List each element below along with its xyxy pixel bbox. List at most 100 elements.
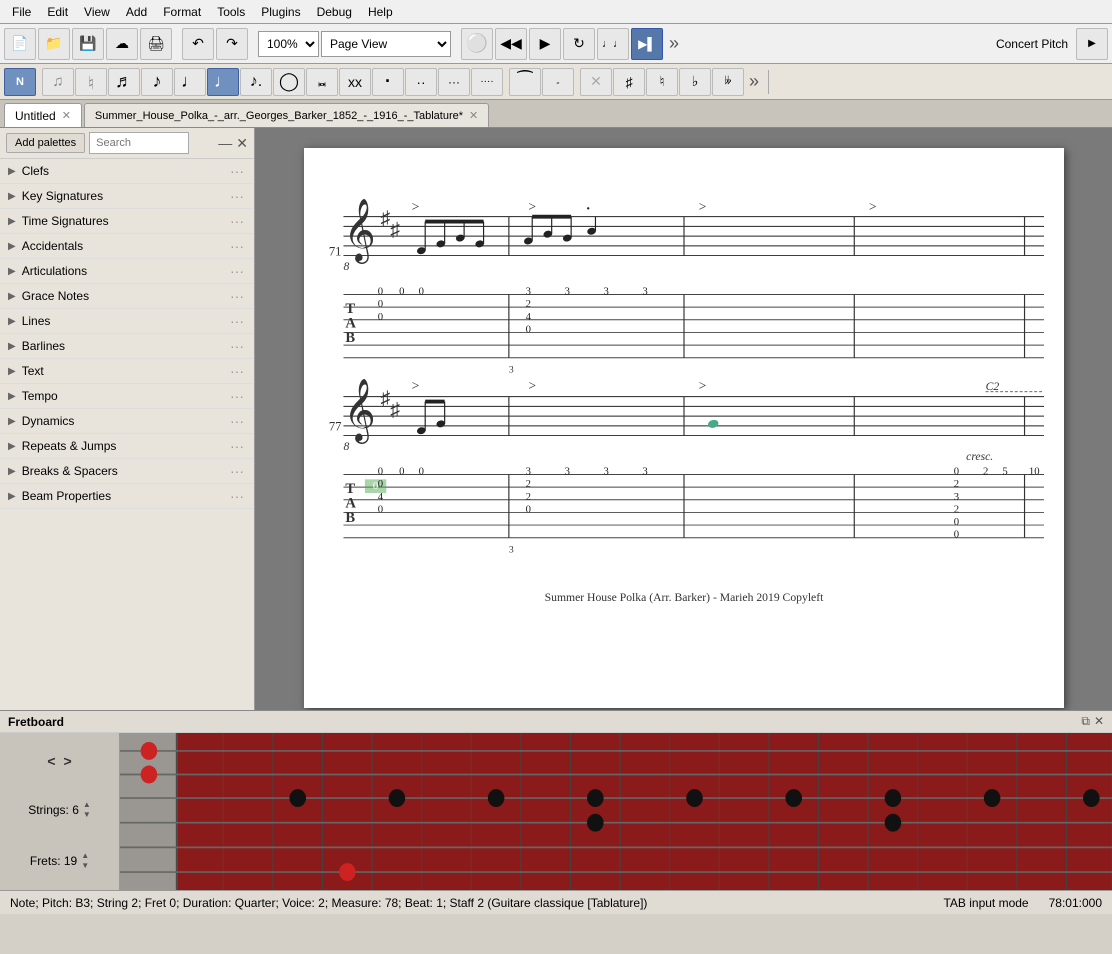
palette-repeats-jumps[interactable]: ▶ Repeats & Jumps ···: [0, 434, 254, 459]
accidental-natural-btn[interactable]: ♮: [646, 68, 678, 96]
double-whole-btn[interactable]: 𝅜: [306, 68, 338, 96]
menu-add[interactable]: Add: [118, 3, 155, 21]
time-sig-more[interactable]: ···: [228, 213, 246, 229]
dotted-half-btn[interactable]: ♪.: [240, 68, 272, 96]
breaks-spacers-more[interactable]: ···: [228, 463, 246, 479]
add-palettes-button[interactable]: Add palettes: [6, 133, 85, 153]
text-more[interactable]: ···: [228, 363, 246, 379]
frets-increment[interactable]: ▲: [81, 851, 89, 861]
strings-setting: Strings: 6 ▲ ▼: [28, 800, 91, 820]
clefs-more[interactable]: ···: [228, 163, 246, 179]
palettes-top: Add palettes — ✕: [0, 128, 254, 159]
grace-notes-more[interactable]: ···: [228, 288, 246, 304]
palettes-close[interactable]: ✕: [236, 135, 248, 152]
view-mode-select[interactable]: Page View Continuous View: [321, 31, 451, 57]
tab-summer-house-close[interactable]: ✕: [469, 109, 478, 122]
palette-tempo[interactable]: ▶ Tempo ···: [0, 384, 254, 409]
play-button[interactable]: ▶: [529, 28, 561, 60]
undo-button[interactable]: ↶: [182, 28, 214, 60]
menu-view[interactable]: View: [76, 3, 118, 21]
palette-lines[interactable]: ▶ Lines ···: [0, 309, 254, 334]
dynamics-more[interactable]: ···: [228, 413, 246, 429]
tab-summer-house[interactable]: Summer_House_Polka_-_arr._Georges_Barker…: [84, 103, 489, 127]
menu-debug[interactable]: Debug: [309, 3, 360, 21]
save-button[interactable]: 💾: [72, 28, 104, 60]
save-online-button[interactable]: ☁: [106, 28, 138, 60]
lines-more[interactable]: ···: [228, 313, 246, 329]
palette-accidentals[interactable]: ▶ Accidentals ···: [0, 234, 254, 259]
double-dot-btn[interactable]: ··: [405, 68, 437, 96]
triple-dot-btn[interactable]: ···: [438, 68, 470, 96]
accidental-flat-btn[interactable]: ♭: [679, 68, 711, 96]
menu-help[interactable]: Help: [360, 3, 401, 21]
tuplet-btn[interactable]: 𝅘: [542, 68, 574, 96]
frets-spinner[interactable]: ▲ ▼: [81, 851, 89, 871]
accidentals-more[interactable]: ···: [228, 238, 246, 254]
palette-beam-properties[interactable]: ▶ Beam Properties ···: [0, 484, 254, 509]
frets-decrement[interactable]: ▼: [81, 861, 89, 871]
palette-barlines[interactable]: ▶ Barlines ···: [0, 334, 254, 359]
repeats-jumps-more[interactable]: ···: [228, 438, 246, 454]
menu-edit[interactable]: Edit: [39, 3, 76, 21]
mixer-button[interactable]: ⚪: [461, 28, 493, 60]
strings-decrement[interactable]: ▼: [83, 810, 91, 820]
tie-btn[interactable]: ⁀: [509, 68, 541, 96]
tempo-more[interactable]: ···: [228, 388, 246, 404]
palette-dynamics[interactable]: ▶ Dynamics ···: [0, 409, 254, 434]
note-input-mode-btn[interactable]: N: [4, 68, 36, 96]
palette-text[interactable]: ▶ Text ···: [0, 359, 254, 384]
sixteenth-note-btn[interactable]: ♬: [108, 68, 140, 96]
voice1-btn[interactable]: ♫: [42, 68, 74, 96]
palette-breaks-spacers[interactable]: ▶ Breaks & Spacers ···: [0, 459, 254, 484]
open-button[interactable]: 📁: [38, 28, 70, 60]
whole-note-btn[interactable]: ◯: [273, 68, 305, 96]
menu-format[interactable]: Format: [155, 3, 209, 21]
quarter-note-btn[interactable]: ♩: [174, 68, 206, 96]
toolbar-more[interactable]: »: [665, 33, 683, 54]
palette-clefs[interactable]: ▶ Clefs ···: [0, 159, 254, 184]
new-button[interactable]: 📄: [4, 28, 36, 60]
concert-pitch-toggle[interactable]: ▶: [1076, 28, 1108, 60]
barlines-more[interactable]: ···: [228, 338, 246, 354]
print-button[interactable]: 🖨: [140, 28, 172, 60]
fretboard-close[interactable]: ✕: [1094, 714, 1104, 729]
palettes-minimize[interactable]: —: [218, 135, 232, 152]
score-area[interactable]: 71 𝄞 ♯ ♯ 8 >: [255, 128, 1112, 710]
palette-articulations[interactable]: ▶ Articulations ···: [0, 259, 254, 284]
menu-file[interactable]: File: [4, 3, 39, 21]
palette-time-signatures[interactable]: ▶ Time Signatures ···: [0, 209, 254, 234]
dot-btn[interactable]: ·: [372, 68, 404, 96]
tab-untitled-close[interactable]: ✕: [62, 109, 71, 122]
fretboard-prev[interactable]: <: [47, 753, 55, 769]
accidental-double-flat-btn[interactable]: 𝄫: [712, 68, 744, 96]
breve-btn[interactable]: xx: [339, 68, 371, 96]
note-toolbar-more[interactable]: »: [745, 71, 763, 92]
redo-button[interactable]: ↷: [216, 28, 248, 60]
fretboard-next[interactable]: >: [64, 753, 72, 769]
metronome-button[interactable]: ♩♩: [597, 28, 629, 60]
half-note-btn[interactable]: ♩: [207, 68, 239, 96]
strings-increment[interactable]: ▲: [83, 800, 91, 810]
key-sig-more[interactable]: ···: [228, 188, 246, 204]
quadruple-dot-btn[interactable]: ····: [471, 68, 503, 96]
accidental-x-btn[interactable]: ✕: [580, 68, 612, 96]
menu-tools[interactable]: Tools: [209, 3, 253, 21]
palette-key-signatures[interactable]: ▶ Key Signatures ···: [0, 184, 254, 209]
zoom-select[interactable]: 100% 75% 150%: [258, 31, 319, 57]
palette-grace-notes[interactable]: ▶ Grace Notes ···: [0, 284, 254, 309]
tab-untitled[interactable]: Untitled ✕: [4, 103, 82, 127]
next-measure-button[interactable]: ▶▌: [631, 28, 663, 60]
articulations-more[interactable]: ···: [228, 263, 246, 279]
fretboard-grid[interactable]: [120, 733, 1112, 890]
strings-spinner[interactable]: ▲ ▼: [83, 800, 91, 820]
beam-properties-more[interactable]: ···: [228, 488, 246, 504]
eighth-note-btn[interactable]: ♪: [141, 68, 173, 96]
loop-button[interactable]: ↻: [563, 28, 595, 60]
accidental-sharp-btn[interactable]: ♯: [613, 68, 645, 96]
palettes-search-input[interactable]: [89, 132, 189, 154]
menu-plugins[interactable]: Plugins: [253, 3, 308, 21]
beam-properties-label: Beam Properties: [22, 489, 228, 503]
rewind-button[interactable]: ◀◀: [495, 28, 527, 60]
eighth-rest-btn[interactable]: ♮: [75, 68, 107, 96]
fretboard-popout[interactable]: ⧉: [1081, 714, 1090, 729]
